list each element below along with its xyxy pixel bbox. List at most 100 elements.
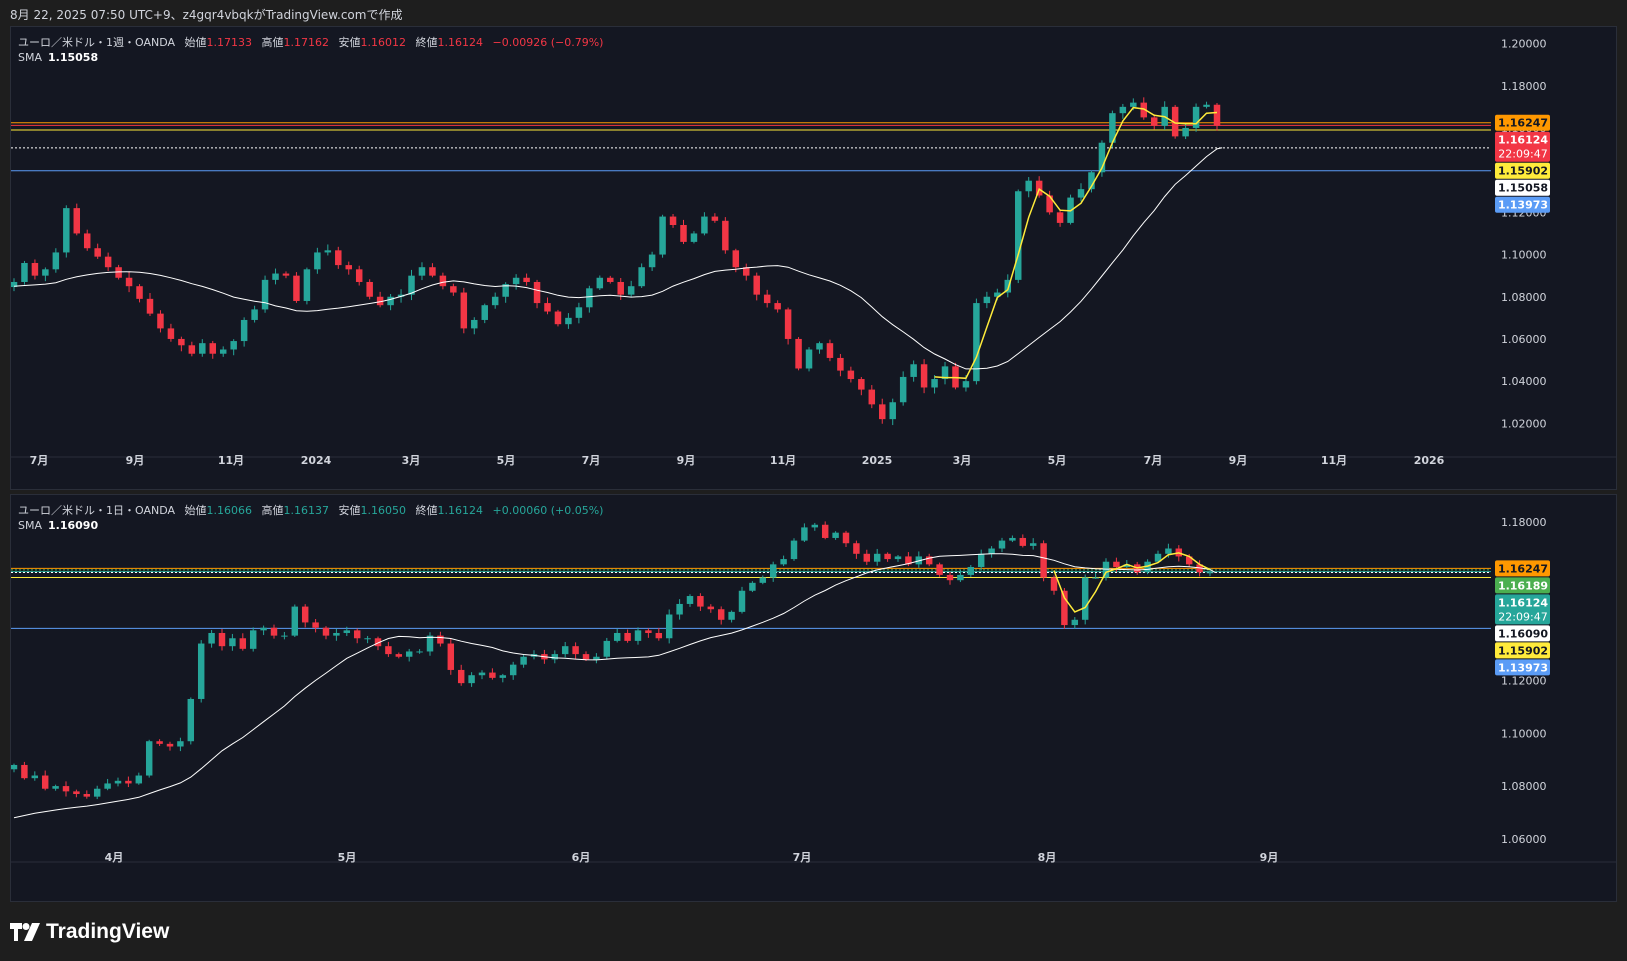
candle-body (697, 596, 704, 607)
candle-body (586, 288, 593, 308)
sma-legend[interactable]: SMA 1.15058 (18, 51, 98, 64)
candle-body (523, 277, 530, 282)
candle-body (868, 389, 876, 405)
candle-body (669, 216, 677, 226)
candle-body (104, 783, 111, 789)
candle-body (1081, 577, 1089, 620)
open-label: 始値 (184, 504, 207, 517)
daily-chart-panel[interactable]: ユーロ／米ドル・1日・OANDA 始値1.16066 高値1.16137 安値1… (10, 494, 1617, 902)
candle-body (282, 273, 290, 276)
candle-body (910, 364, 917, 377)
candle-body (447, 643, 455, 670)
candle-body (63, 208, 70, 253)
price-level-label: 1.13973 (1495, 196, 1550, 213)
price-tick-label: 1.12000 (1501, 675, 1547, 688)
candle-body (967, 566, 975, 575)
candle-body (355, 269, 363, 282)
candle-body (1192, 106, 1200, 128)
candle-body (31, 775, 39, 779)
candle-body (21, 262, 28, 282)
candle-body (335, 250, 342, 266)
price-tick-label: 1.06000 (1501, 833, 1547, 846)
candle-body (837, 357, 844, 371)
candle-body (665, 614, 673, 639)
weekly-candlestick-chart[interactable]: 1.200001.180001.160001.140001.120001.100… (11, 27, 1617, 490)
candle-body (208, 632, 215, 644)
ohlc-legend: ユーロ／米ドル・1週・OANDA 始値1.17133 高値1.17162 安値1… (18, 34, 609, 50)
candle-body (774, 303, 781, 310)
candle-body (293, 275, 300, 301)
low-label: 安値 (338, 36, 361, 49)
low-value: 1.16050 (360, 504, 407, 517)
time-tick-label: 11月 (1321, 454, 1347, 467)
candle-body (805, 349, 813, 369)
candle-body (582, 654, 590, 660)
candle-body (167, 328, 175, 339)
time-tick-label: 7月 (30, 454, 49, 467)
daily-candlestick-chart[interactable]: 1.18000 1.12000 1.10000 1.08000 1.06000 4月 5月 6… (11, 495, 1617, 902)
candle-body (572, 646, 579, 655)
price-level-label: 1.1612422:09:47 (1495, 594, 1550, 625)
candle-body (1130, 102, 1137, 107)
candle-body (998, 540, 1006, 549)
candle-body (178, 338, 185, 346)
candle-body (1040, 543, 1047, 578)
time-tick-label: 9月 (1229, 454, 1248, 467)
sma-legend[interactable]: SMA 1.16090 (18, 519, 98, 532)
price-level-label: 1.1612422:09:47 (1495, 131, 1550, 162)
time-tick-label: 9月 (1260, 851, 1279, 864)
price-label-text: 1.13973 (1498, 199, 1548, 212)
candle-body (816, 343, 823, 350)
symbol-label: ユーロ／米ドル・1週・OANDA (18, 36, 176, 49)
candle-body (157, 313, 164, 329)
candle-body (738, 590, 746, 612)
candle-body (187, 698, 195, 742)
candle-body (146, 298, 154, 314)
candle-body (790, 540, 798, 560)
candle-body (83, 233, 91, 249)
time-tick-label: 2024 (301, 454, 332, 467)
time-tick-label: 4月 (105, 851, 124, 864)
candle-body (624, 632, 631, 641)
candle-body (784, 309, 792, 339)
price-tick-label: 1.06000 (1501, 333, 1547, 346)
candle-body (125, 780, 132, 784)
candle-body (281, 635, 288, 637)
candle-body (659, 216, 666, 255)
candle-body (1092, 577, 1099, 579)
candle-body (230, 341, 237, 350)
candle-body (418, 267, 426, 276)
tradingview-logo-icon (10, 923, 40, 941)
tradingview-logo[interactable]: TradingView (10, 920, 169, 944)
candle-body (125, 277, 133, 287)
candle-body (395, 654, 403, 657)
weekly-chart-panel[interactable]: ユーロ／米ドル・1週・OANDA 始値1.17133 高値1.17162 安値1… (10, 26, 1617, 490)
time-tick-label: 7月 (1144, 454, 1163, 467)
candle-body (426, 635, 434, 652)
chart-header: 8月 22, 2025 07:50 UTC+9、z4gqr4vbqkがTradi… (10, 8, 403, 22)
candle-body (520, 656, 527, 665)
candle-body (962, 381, 970, 388)
candle-body (554, 311, 562, 325)
candle-body (603, 640, 611, 657)
time-tick-label: 8月 (1038, 851, 1057, 864)
candle-body (889, 402, 896, 420)
time-tick-label: 3月 (402, 454, 421, 467)
price-label-text: 1.15902 (1498, 165, 1548, 178)
candle-body (324, 250, 332, 253)
candle-body (219, 349, 227, 354)
candle-body (983, 296, 991, 304)
candle-body (946, 574, 954, 581)
open-label: 始値 (184, 36, 207, 49)
candle-body (957, 574, 964, 581)
sma-value: 1.15058 (48, 51, 99, 64)
candle-body (135, 775, 143, 784)
low-value: 1.16012 (360, 36, 407, 49)
candle-body (707, 606, 715, 610)
candle-body (711, 216, 719, 221)
candle-body (749, 582, 756, 591)
candle-body (676, 603, 683, 615)
candle-body (489, 672, 496, 678)
candle-body (1165, 548, 1172, 554)
high-value: 1.17162 (283, 36, 330, 49)
